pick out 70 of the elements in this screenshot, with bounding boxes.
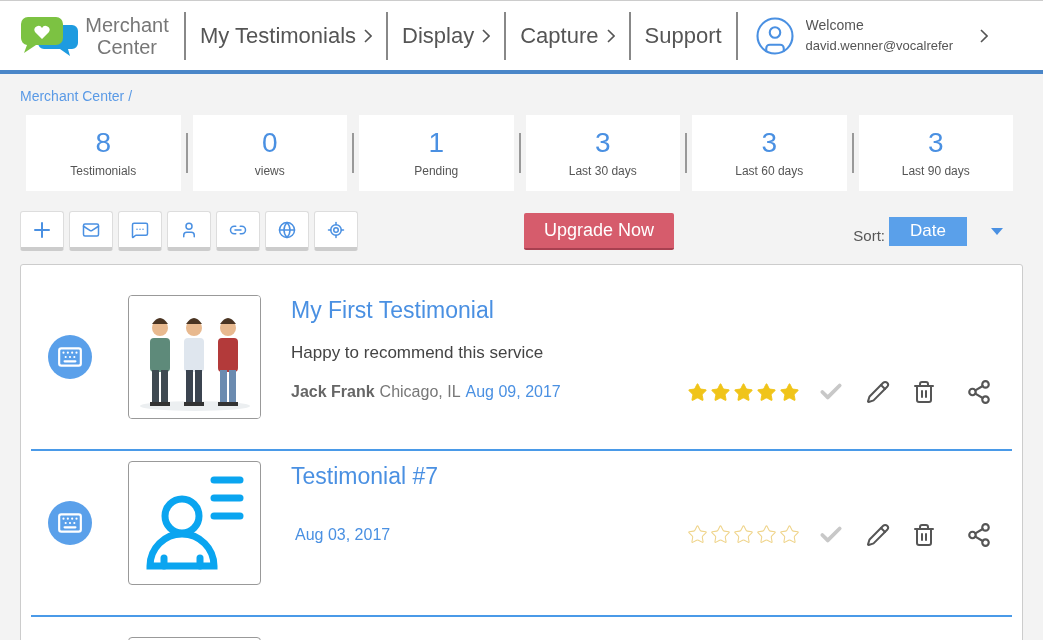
edit-icon[interactable] — [866, 380, 890, 404]
tool-button[interactable] — [69, 211, 113, 251]
keyboard-icon — [57, 510, 83, 536]
logo-icon — [20, 14, 80, 57]
testimonial-text: Happy to recommend this service — [291, 341, 545, 364]
stat-value: 3 — [761, 126, 778, 160]
tool-button[interactable] — [167, 211, 211, 251]
nav-link[interactable]: Support — [644, 21, 722, 50]
keyboard-icon — [57, 344, 83, 370]
testimonial-title[interactable]: Testimonial #7 — [291, 459, 1012, 494]
mail-icon — [82, 220, 100, 239]
chevron-icon — [606, 28, 615, 43]
star-icon — [710, 524, 731, 545]
chat-icon — [131, 220, 149, 239]
share-icon[interactable] — [966, 379, 992, 405]
author-name: Jack Frank — [291, 382, 375, 402]
star-icon — [710, 381, 731, 403]
tool-button[interactable] — [20, 211, 64, 251]
user-icon — [180, 220, 198, 239]
stat-value: 1 — [428, 126, 445, 160]
stat-label: Last 90 days — [901, 163, 970, 180]
breadcrumb-link[interactable]: Merchant Center — [20, 86, 125, 107]
star-icon — [733, 381, 754, 403]
chevron-icon — [364, 28, 373, 43]
welcome-text: Welcome — [805, 16, 865, 36]
author-location: Chicago, IL — [379, 382, 461, 402]
stat-value: 0 — [261, 126, 278, 160]
testimonial-date: Aug 03, 2017 — [294, 524, 391, 545]
sort-label: Sort: — [853, 225, 885, 246]
edit-icon[interactable] — [866, 522, 890, 547]
star-rating[interactable] — [687, 381, 800, 403]
tool-button[interactable] — [314, 211, 358, 251]
globe-icon — [278, 220, 296, 239]
stat-label: Last 30 days — [568, 163, 637, 180]
share-icon[interactable] — [966, 521, 992, 548]
user-email: david.wenner@vocalrefer — [805, 37, 955, 56]
breadcrumb-separator: / — [128, 87, 133, 106]
tool-button[interactable] — [118, 211, 162, 251]
star-icon — [756, 524, 777, 545]
upgrade-button[interactable]: Upgrade Now — [524, 212, 674, 250]
chevron-icon — [482, 28, 491, 43]
stat-label: Pending — [414, 163, 459, 180]
dropdown-icon[interactable] — [991, 227, 1003, 235]
star-icon — [756, 381, 777, 403]
delete-icon[interactable] — [912, 522, 936, 547]
stat-label: Last 60 days — [735, 163, 804, 180]
tool-button[interactable] — [216, 211, 260, 251]
stat-label: Testimonials — [70, 163, 137, 180]
logo-text[interactable]: Merchant Center — [84, 13, 170, 58]
nav-link[interactable]: Display — [402, 21, 491, 50]
star-icon — [687, 381, 708, 403]
delete-icon[interactable] — [912, 380, 936, 404]
stat-value: 3 — [594, 126, 611, 160]
avatar-icon[interactable] — [753, 14, 796, 57]
nav-link[interactable]: My Testimonials — [200, 21, 373, 50]
testimonial-date: Aug 09, 2017 — [465, 382, 561, 402]
star-icon — [779, 524, 800, 545]
nav-link[interactable]: Capture — [520, 21, 615, 50]
target-icon — [327, 220, 345, 239]
star-rating[interactable] — [687, 524, 800, 545]
stat-label: views — [254, 163, 285, 180]
stat-value: 8 — [95, 126, 112, 160]
chevron-icon[interactable] — [979, 28, 988, 43]
tool-button[interactable] — [265, 211, 309, 251]
testimonial-title[interactable]: My First Testimonial — [291, 293, 1012, 328]
star-icon — [779, 381, 800, 403]
sort-select[interactable]: Date — [889, 216, 967, 246]
star-icon — [687, 524, 708, 545]
stat-value: 3 — [927, 126, 944, 160]
star-icon — [733, 524, 754, 545]
